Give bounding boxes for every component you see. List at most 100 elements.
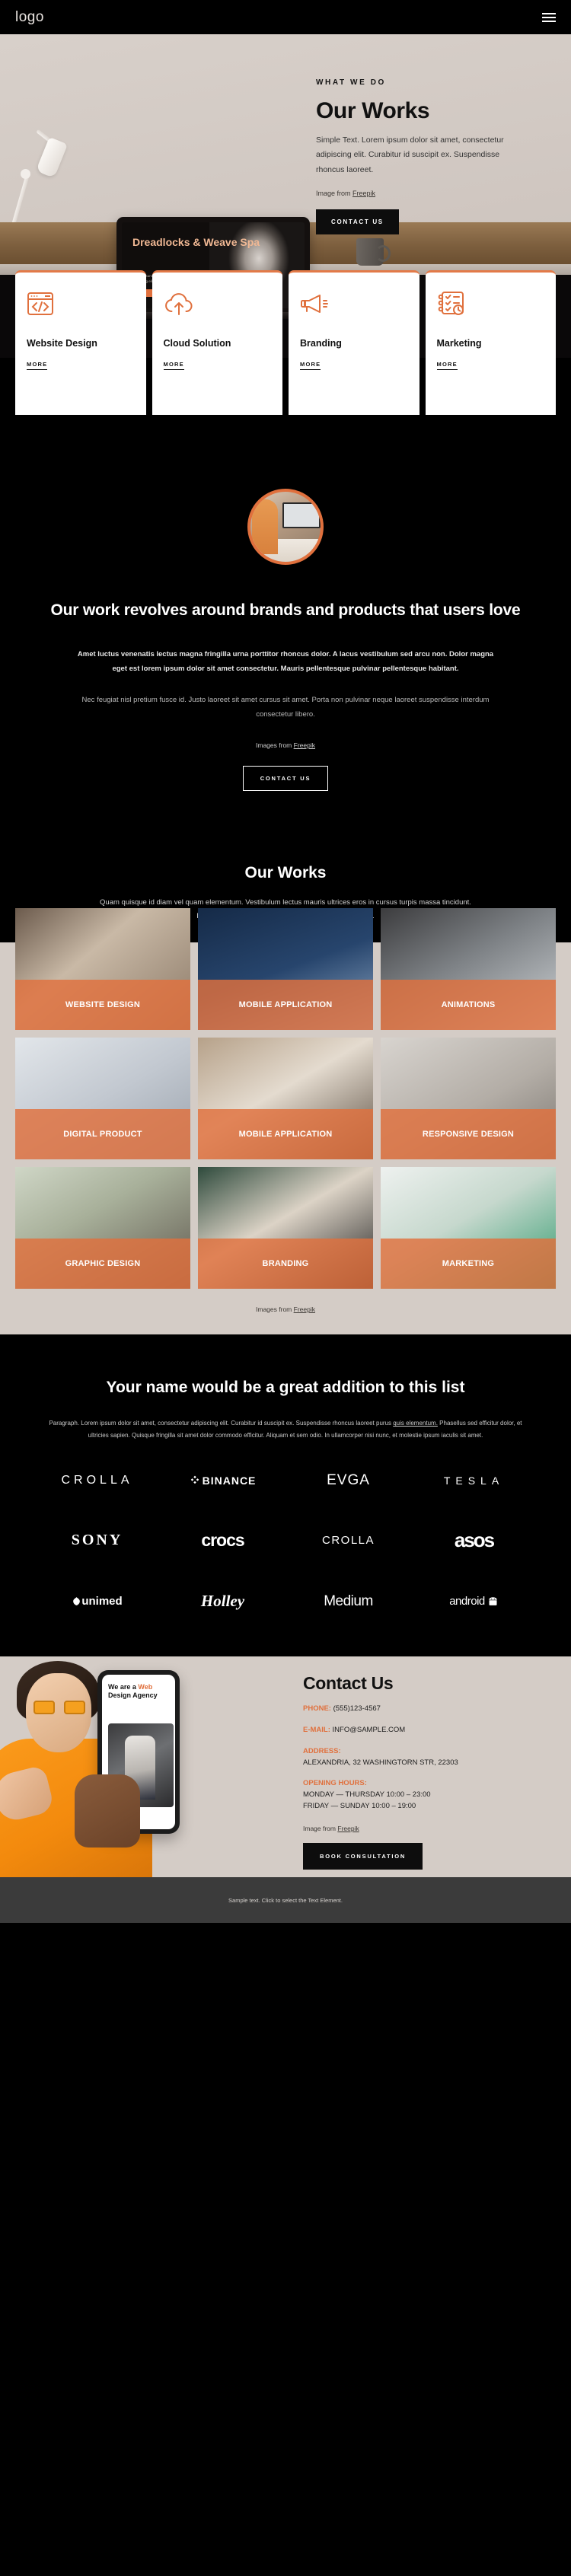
hero-kicker: WHAT WE DO — [316, 78, 386, 87]
contact-hours-row: OPENING HOURS: MONDAY — THURSDAY 10:00 –… — [303, 1778, 554, 1812]
about-image-credit: Images from Freepik — [0, 741, 571, 749]
android-robot-icon — [488, 1597, 497, 1606]
burger-line — [542, 16, 556, 18]
burger-line — [542, 12, 556, 14]
service-card-cloud-solution[interactable]: Cloud Solution MORE — [152, 270, 282, 415]
megaphone-icon — [300, 288, 408, 320]
service-title: Cloud Solution — [163, 338, 231, 349]
work-label: MOBILE APPLICATION — [198, 979, 373, 1030]
email-value[interactable]: INFO@SAMPLE.COM — [333, 1726, 406, 1734]
logo-text: android — [449, 1595, 485, 1608]
photo-monitor — [282, 502, 321, 528]
work-item[interactable]: MOBILE APPLICATION — [198, 907, 373, 1030]
service-more-link[interactable]: MORE — [27, 361, 48, 370]
work-label-text: WEBSITE DESIGN — [65, 999, 141, 1009]
email-label: E-MAIL: — [303, 1726, 330, 1735]
service-title: Marketing — [436, 338, 482, 349]
client-logo-evga: EVGA — [286, 1472, 411, 1489]
logo-text: crocs — [201, 1530, 244, 1551]
footer-note: Sample text. Click to select the Text El… — [228, 1896, 343, 1904]
work-label: WEBSITE DESIGN — [15, 979, 190, 1030]
client-logo-android: android — [411, 1595, 537, 1608]
service-more-link[interactable]: MORE — [300, 361, 321, 370]
credit-prefix: Image from — [316, 190, 353, 198]
contact-phone-row: PHONE: (555)123-4567 — [303, 1704, 554, 1715]
services-cards: Website Design MORE Cloud Solution MORE — [15, 270, 556, 415]
service-card-branding[interactable]: Branding MORE — [289, 270, 419, 415]
unimed-mark-icon — [73, 1597, 81, 1606]
hero-paragraph: Simple Text. Lorem ipsum dolor sit amet,… — [316, 135, 504, 174]
service-title: Branding — [300, 338, 342, 349]
credit-prefix: Images from — [256, 741, 294, 749]
work-label: GRAPHIC DESIGN — [15, 1238, 190, 1289]
contact-title: Contact Us — [303, 1673, 394, 1694]
work-label-text: ANIMATIONS — [441, 999, 496, 1009]
address-value: ALEXANDRIA, 32 WASHINGTORN STR, 22303 — [303, 1758, 458, 1767]
credit-prefix: Images from — [256, 1305, 294, 1313]
service-title: Website Design — [27, 338, 97, 349]
freepik-link[interactable]: Freepik — [337, 1825, 359, 1832]
work-label-text: DIGITAL PRODUCT — [63, 1129, 142, 1139]
freepik-link[interactable]: Freepik — [294, 741, 315, 749]
client-logo-crolla: CROLLA — [34, 1474, 160, 1487]
hero-contact-button[interactable]: CONTACT US — [316, 209, 399, 235]
phone-headline-line3: Design Agency — [108, 1691, 158, 1700]
work-item[interactable]: MOBILE APPLICATION — [198, 1037, 373, 1159]
contact-address-row: ADDRESS: ALEXANDRIA, 32 WASHINGTORN STR,… — [303, 1746, 554, 1768]
work-label-text: GRAPHIC DESIGN — [65, 1258, 141, 1268]
service-more-link[interactable]: MORE — [163, 361, 184, 370]
logo-text: asos — [454, 1529, 495, 1552]
site-header: logo — [0, 0, 571, 34]
work-label-text: MOBILE APPLICATION — [238, 1129, 333, 1139]
work-item[interactable]: DIGITAL PRODUCT — [15, 1037, 190, 1159]
work-label-text: BRANDING — [262, 1258, 309, 1268]
credit-prefix: Image from — [303, 1824, 338, 1832]
contact-section: We are a Web Design Agency Contact Us PHO… — [0, 1656, 571, 1878]
client-logo-asos: asos — [411, 1529, 537, 1552]
work-item[interactable]: ANIMATIONS — [381, 907, 556, 1030]
about-title: Our work revolves around brands and prod… — [50, 601, 521, 619]
address-label: ADDRESS: — [303, 1746, 341, 1755]
about-sub: Nec feugiat nisl pretium fusce id. Justo… — [81, 695, 490, 719]
hours-line-1: MONDAY — THURSDAY 10:00 – 23:00 — [303, 1790, 431, 1800]
phone-value[interactable]: (555)123-4567 — [333, 1704, 381, 1713]
clients-paragraph: Paragraph. Lorem ipsum dolor sit amet, c… — [38, 1417, 533, 1442]
work-item[interactable]: WEBSITE DESIGN — [15, 907, 190, 1030]
page-root: logo Dreadlocks & Weave Spa Lorem ipsum … — [0, 0, 571, 1924]
logo-text: Medium — [324, 1592, 373, 1609]
client-logo-holley: Holley — [160, 1592, 286, 1611]
work-item[interactable]: GRAPHIC DESIGN — [15, 1166, 190, 1289]
service-more-link[interactable]: MORE — [436, 361, 458, 370]
about-section: Our work revolves around brands and prod… — [0, 434, 571, 821]
work-item[interactable]: RESPONSIVE DESIGN — [381, 1037, 556, 1159]
work-label-text: MOBILE APPLICATION — [238, 999, 333, 1009]
work-label: RESPONSIVE DESIGN — [381, 1108, 556, 1159]
client-logo-crolla-2: CROLLA — [286, 1534, 411, 1547]
hours-label: OPENING HOURS: — [303, 1779, 367, 1788]
freepik-link[interactable]: Freepik — [294, 1306, 315, 1313]
service-card-marketing[interactable]: Marketing MORE — [425, 270, 556, 415]
work-label: DIGITAL PRODUCT — [15, 1108, 190, 1159]
phone-headline-line1: We are a — [108, 1683, 139, 1691]
service-card-website-design[interactable]: Website Design MORE — [15, 270, 146, 415]
clients-inline-link[interactable]: quis elementum. — [393, 1420, 438, 1427]
work-item[interactable]: MARKETING — [381, 1166, 556, 1289]
freepik-link[interactable]: Freepik — [352, 190, 375, 197]
gallery-image-credit: Images from Freepik — [0, 1304, 571, 1313]
hamburger-menu-icon[interactable] — [542, 12, 556, 22]
book-consultation-button[interactable]: BOOK CONSULTATION — [303, 1842, 423, 1870]
hero-image-credit: Image from Freepik — [316, 190, 544, 197]
photo-person — [252, 499, 278, 554]
work-label: ANIMATIONS — [381, 979, 556, 1030]
work-label: MARKETING — [381, 1238, 556, 1289]
work-label: BRANDING — [198, 1238, 373, 1289]
cloud-upload-icon — [164, 288, 272, 320]
about-contact-button[interactable]: CONTACT US — [242, 765, 329, 791]
about-circle-photo — [247, 489, 324, 565]
services-band: Website Design MORE Cloud Solution MORE — [0, 270, 571, 434]
work-item[interactable]: BRANDING — [198, 1166, 373, 1289]
logo-text: CROLLA — [61, 1474, 133, 1487]
client-logos: CROLLA BINANCE EVGA TESLA SONY crocs CRO… — [34, 1472, 537, 1611]
works-title: Our Works — [244, 863, 327, 882]
logo[interactable]: logo — [15, 9, 44, 26]
